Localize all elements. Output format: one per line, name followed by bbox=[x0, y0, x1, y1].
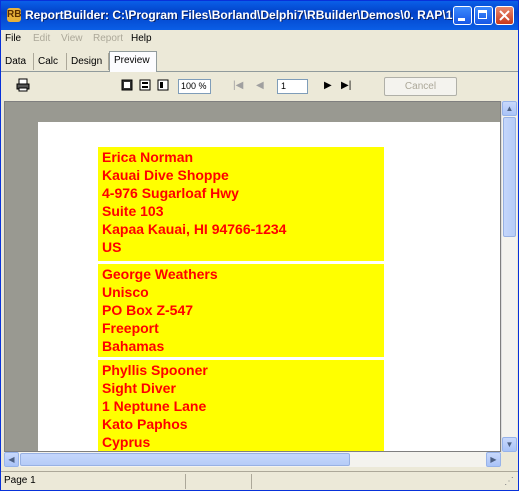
address-line-1: 1 Neptune Lane bbox=[102, 398, 207, 414]
detail-band: George Weathers Unisco PO Box Z-547 Free… bbox=[98, 264, 384, 357]
scroll-right-button[interactable]: ▶ bbox=[486, 452, 501, 467]
menu-bar: File Edit View Report Help bbox=[1, 31, 518, 48]
city-state-zip: Freeport bbox=[102, 320, 159, 336]
address-line-1: 4-976 Sugarloaf Hwy bbox=[102, 185, 239, 201]
customer-name: George Weathers bbox=[102, 266, 218, 282]
vertical-scrollbar[interactable]: ▲ ▼ bbox=[501, 101, 517, 452]
status-page: Page 1 bbox=[4, 475, 36, 486]
close-button[interactable] bbox=[495, 6, 514, 25]
country: US bbox=[102, 239, 122, 255]
country: Bahamas bbox=[102, 338, 165, 354]
tab-preview[interactable]: Preview bbox=[109, 51, 157, 72]
tab-data[interactable]: Data bbox=[1, 53, 34, 70]
first-page-icon[interactable]: |◀ bbox=[233, 80, 243, 91]
whole-page-icon[interactable] bbox=[121, 79, 133, 91]
tab-strip: Data Calc Design Preview bbox=[1, 51, 518, 72]
minimize-icon bbox=[458, 18, 465, 21]
scroll-up-button[interactable]: ▲ bbox=[502, 101, 517, 116]
tab-design[interactable]: Design bbox=[67, 53, 109, 70]
company-name: Kauai Dive Shoppe bbox=[102, 167, 229, 183]
status-bar: Page 1 ⋰ bbox=[1, 471, 518, 491]
customer-name: Erica Norman bbox=[102, 149, 194, 165]
chevron-right-icon: ▶ bbox=[490, 455, 497, 464]
menu-edit[interactable]: Edit bbox=[33, 33, 50, 44]
city-state-zip: Kato Paphos bbox=[102, 416, 188, 432]
cancel-button[interactable]: Cancel bbox=[384, 77, 457, 96]
report-page: Erica Norman Kauai Dive Shoppe 4-976 Sug… bbox=[38, 122, 500, 451]
menu-help[interactable]: Help bbox=[131, 33, 152, 44]
status-divider bbox=[185, 474, 186, 489]
close-icon bbox=[499, 10, 510, 21]
vertical-scroll-thumb[interactable] bbox=[503, 117, 516, 237]
scroll-down-button[interactable]: ▼ bbox=[502, 437, 517, 452]
zoom-field[interactable]: 100 % bbox=[178, 79, 211, 94]
last-page-icon[interactable]: ▶| bbox=[341, 80, 351, 91]
maximize-button[interactable] bbox=[474, 6, 493, 25]
city-state-zip: Kapaa Kauai, HI 94766-1234 bbox=[102, 221, 287, 237]
print-icon[interactable] bbox=[16, 78, 30, 92]
detail-band: Phyllis Spooner Sight Diver 1 Neptune La… bbox=[98, 360, 384, 451]
report-builder-window: RB ReportBuilder: C:\Program Files\Borla… bbox=[0, 0, 519, 491]
scroll-left-button[interactable]: ◀ bbox=[4, 452, 19, 467]
status-divider bbox=[251, 474, 252, 489]
company-name: Unisco bbox=[102, 284, 149, 300]
menu-file[interactable]: File bbox=[5, 33, 21, 44]
address-line-2: Suite 103 bbox=[102, 203, 164, 219]
next-page-icon[interactable]: ▶ bbox=[324, 80, 332, 91]
chevron-up-icon: ▲ bbox=[505, 104, 514, 113]
detail-band: Erica Norman Kauai Dive Shoppe 4-976 Sug… bbox=[98, 147, 384, 261]
horizontal-scroll-thumb[interactable] bbox=[20, 453, 350, 466]
preview-viewport[interactable]: Erica Norman Kauai Dive Shoppe 4-976 Sug… bbox=[4, 101, 501, 452]
maximize-icon bbox=[478, 10, 487, 19]
customer-name: Phyllis Spooner bbox=[102, 362, 208, 378]
minimize-button[interactable] bbox=[453, 6, 472, 25]
window-title: ReportBuilder: C:\Program Files\Borland\… bbox=[25, 8, 453, 22]
tab-calc[interactable]: Calc bbox=[34, 53, 67, 70]
menu-view[interactable]: View bbox=[61, 33, 83, 44]
chevron-left-icon: ◀ bbox=[8, 455, 15, 464]
resize-grip-icon[interactable]: ⋰ bbox=[504, 476, 514, 487]
title-bar[interactable]: RB ReportBuilder: C:\Program Files\Borla… bbox=[1, 1, 518, 30]
app-icon: RB bbox=[7, 8, 22, 22]
menu-report[interactable]: Report bbox=[93, 33, 123, 44]
zoom-100-icon[interactable] bbox=[157, 79, 169, 91]
horizontal-scrollbar[interactable]: ◀ ▶ bbox=[4, 452, 501, 467]
prior-page-icon[interactable]: ◀ bbox=[256, 80, 264, 91]
country: Cyprus bbox=[102, 434, 151, 450]
page-width-icon[interactable] bbox=[139, 79, 151, 91]
company-name: Sight Diver bbox=[102, 380, 176, 396]
chevron-down-icon: ▼ bbox=[505, 440, 514, 449]
page-number-field[interactable]: 1 bbox=[277, 79, 308, 94]
address-line-1: PO Box Z-547 bbox=[102, 302, 194, 318]
